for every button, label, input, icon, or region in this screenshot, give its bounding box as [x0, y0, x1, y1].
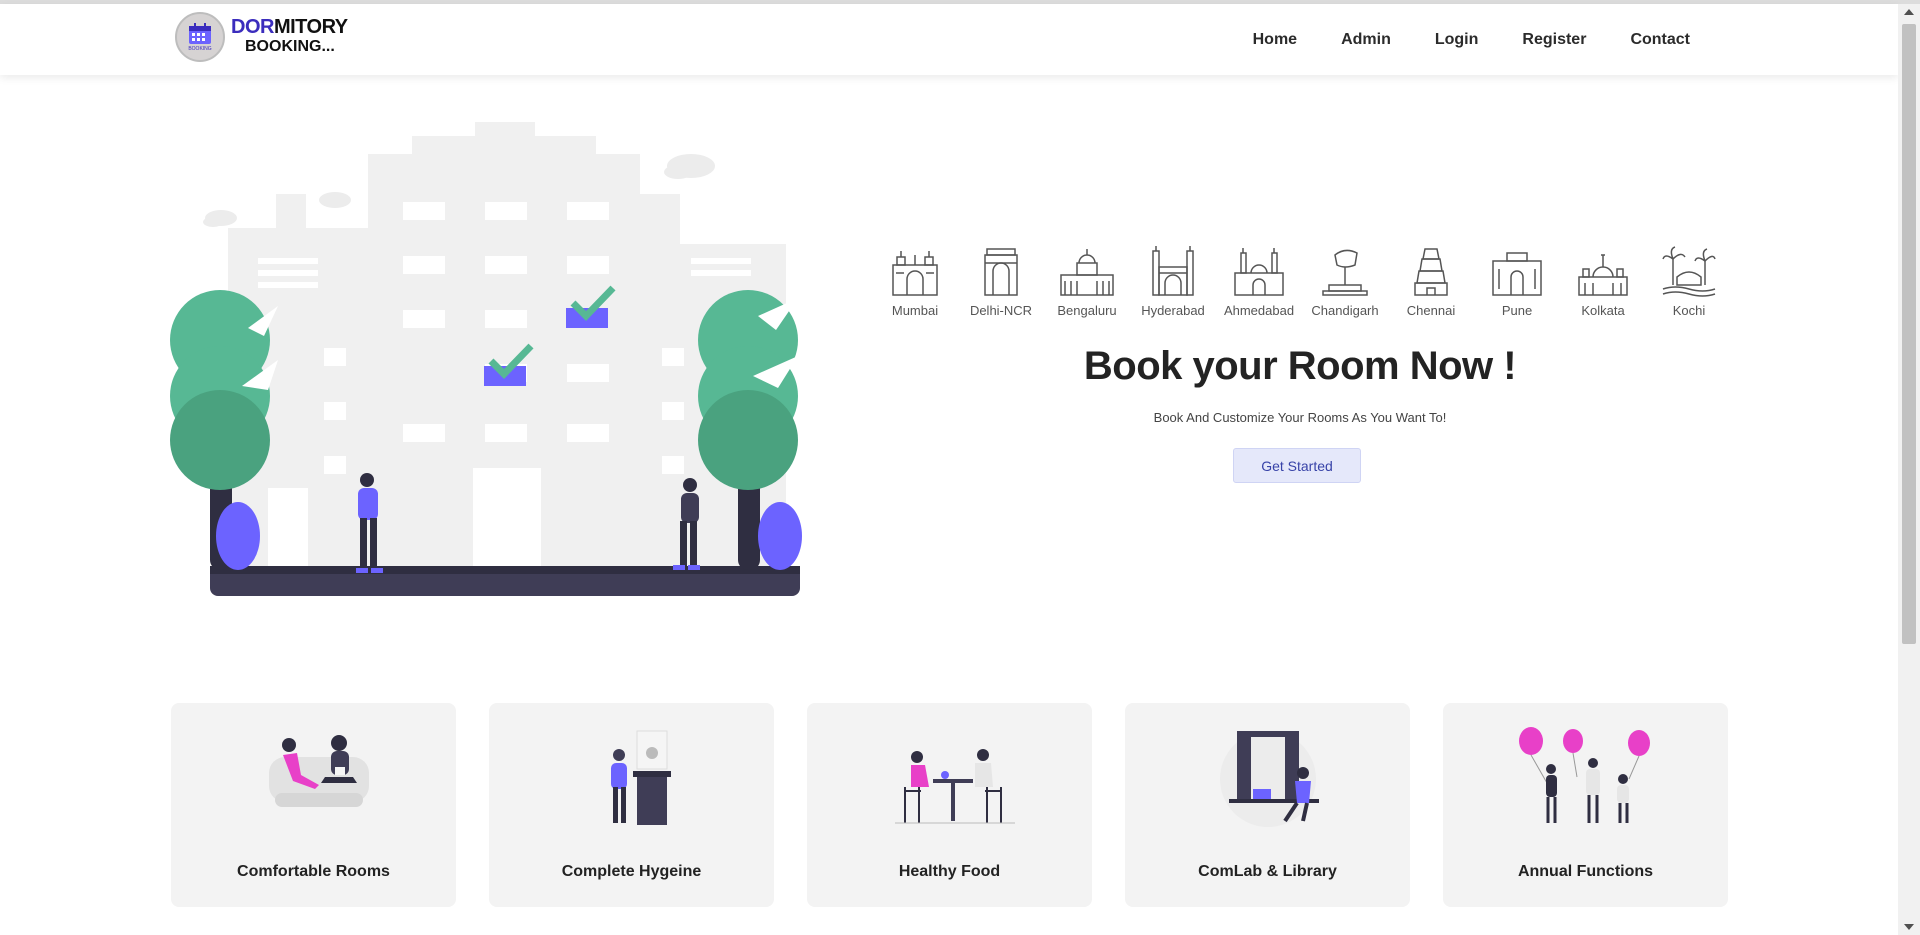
gateway-of-india-icon: [892, 251, 938, 296]
calendar-icon: BOOKING: [175, 12, 225, 62]
feature-card-hygiene[interactable]: Complete Hygeine: [489, 703, 774, 907]
feature-card-library[interactable]: ComLab & Library: [1125, 703, 1410, 907]
feature-title: Healthy Food: [898, 863, 1001, 880]
nav-home[interactable]: Home: [1253, 31, 1297, 49]
hero-building-illustration: [170, 122, 802, 596]
brand-name: DORMITORY BOOKING...: [231, 17, 348, 57]
brand-logo[interactable]: BOOKING DORMITORY BOOKING...: [175, 12, 348, 62]
feature-title: Comfortable Rooms: [237, 863, 390, 880]
scrollbar-thumb[interactable]: [1902, 24, 1916, 644]
celebration-balloons-illustration: [1518, 727, 1650, 823]
sofa-friends-illustration: [268, 735, 369, 807]
feature-card-functions[interactable]: Annual Functions: [1443, 703, 1728, 907]
nav-admin[interactable]: Admin: [1341, 31, 1391, 49]
nav-login[interactable]: Login: [1435, 31, 1479, 49]
brand-rest: MITORY: [273, 16, 348, 38]
city-label: Hyderabad: [1141, 303, 1205, 318]
city-kochi[interactable]: Kochi: [1646, 245, 1732, 318]
city-label: Ahmedabad: [1223, 303, 1295, 318]
city-kolkata[interactable]: Kolkata: [1560, 245, 1646, 318]
feature-title: Annual Functions: [1517, 863, 1654, 880]
nav-contact[interactable]: Contact: [1630, 31, 1690, 49]
nav-menu: Home Admin Login Register Contact: [1209, 4, 1690, 75]
hero-headline: Book your Room Now !: [1083, 344, 1517, 388]
city-pune[interactable]: Pune: [1474, 245, 1560, 318]
city-label: Chennai: [1406, 303, 1456, 318]
shaniwar-wada-icon: [1492, 252, 1542, 296]
palm-beach-icon: [1662, 246, 1716, 297]
temple-gopuram-icon: [1414, 248, 1448, 296]
scroll-down-icon[interactable]: [1904, 924, 1914, 930]
city-ahmedabad[interactable]: Ahmedabad: [1216, 245, 1302, 318]
city-mumbai[interactable]: Mumbai: [872, 245, 958, 318]
logo-badge-text: BOOKING: [188, 45, 212, 52]
scroll-up-icon[interactable]: [1904, 9, 1914, 15]
dining-table-illustration: [894, 749, 1015, 824]
hero-subline: Book And Customize Your Rooms As You Wan…: [1153, 410, 1447, 425]
washroom-illustration: [610, 730, 671, 825]
brand-accent: DOR: [231, 16, 274, 38]
feature-card-rooms[interactable]: Comfortable Rooms: [171, 703, 456, 907]
victoria-memorial-icon: [1578, 254, 1628, 296]
feature-title: Complete Hygeine: [561, 863, 702, 880]
city-label: Mumbai: [891, 303, 939, 318]
city-label: Delhi-NCR: [969, 303, 1033, 318]
city-hyderabad[interactable]: Hyderabad: [1130, 245, 1216, 318]
city-label: Chandigarh: [1311, 303, 1379, 318]
charminar-icon: [1152, 246, 1194, 296]
city-chennai[interactable]: Chennai: [1388, 245, 1474, 318]
feature-card-food[interactable]: Healthy Food: [807, 703, 1092, 907]
city-delhi-ncr[interactable]: Delhi-NCR: [958, 245, 1044, 318]
open-hand-monument-icon: [1322, 249, 1368, 296]
page-scrollbar[interactable]: [1898, 4, 1920, 935]
feature-title: ComLab & Library: [1198, 863, 1337, 880]
vidhana-soudha-icon: [1060, 249, 1114, 296]
city-chandigarh[interactable]: Chandigarh: [1302, 245, 1388, 318]
city-label: Bengaluru: [1057, 303, 1117, 318]
features-section: Comfortable Rooms Complete Hygeine Healt…: [171, 703, 1728, 907]
city-selector: Mumbai Delhi-NCR Bengaluru Hyderabad Ahm…: [872, 245, 1732, 318]
library-desk-illustration: [1219, 731, 1319, 827]
city-label: Kolkata: [1581, 303, 1625, 318]
brand-subtitle: BOOKING...: [245, 38, 335, 55]
navbar: BOOKING DORMITORY BOOKING... Home Admin …: [0, 4, 1898, 75]
city-label: Pune: [1501, 303, 1533, 318]
india-gate-icon: [984, 248, 1018, 296]
city-bengaluru[interactable]: Bengaluru: [1044, 245, 1130, 318]
city-label: Kochi: [1672, 303, 1706, 318]
get-started-button[interactable]: Get Started: [1233, 448, 1361, 483]
jama-masjid-icon: [1234, 248, 1284, 296]
nav-register[interactable]: Register: [1522, 31, 1586, 49]
